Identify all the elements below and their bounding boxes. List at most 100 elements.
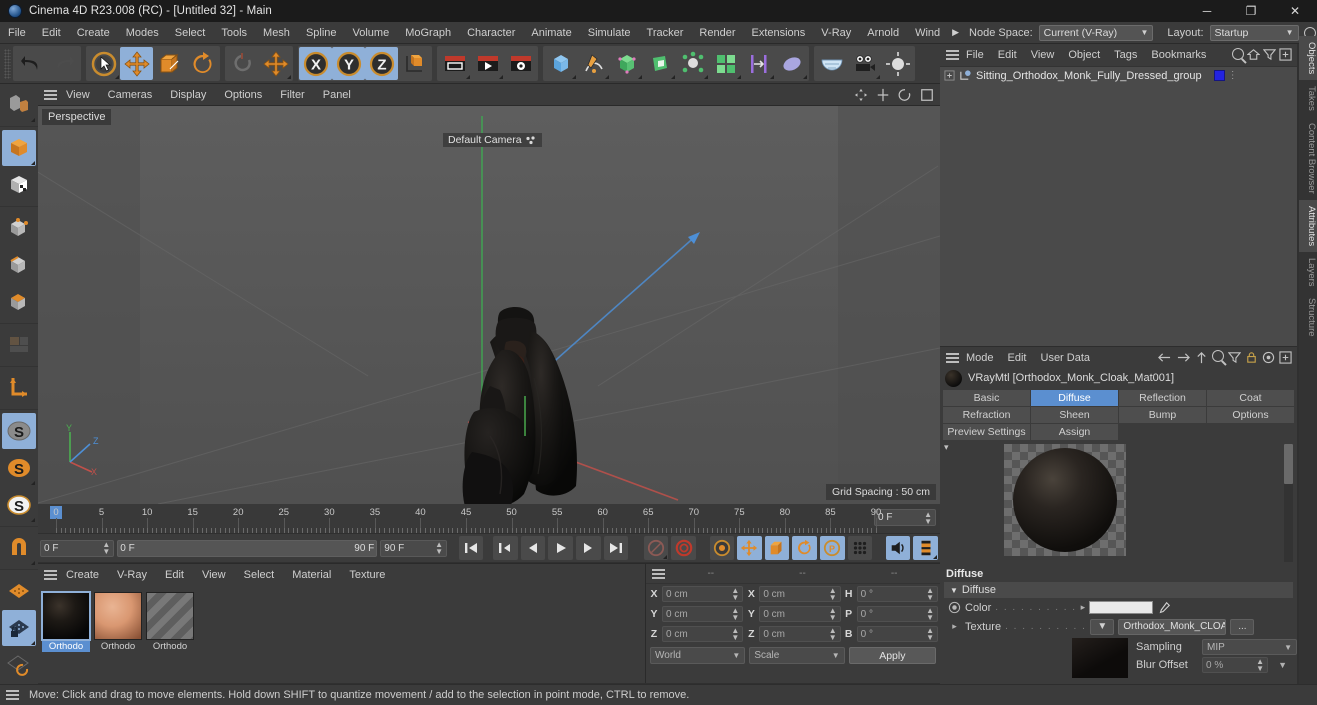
spinner-icon[interactable]: ▲ ▼ (102, 541, 110, 556)
material-item[interactable]: Orthodo (146, 592, 194, 652)
object-menu-edit[interactable]: Edit (991, 49, 1024, 61)
timeline-filmstrip-button[interactable] (913, 536, 939, 560)
menu-animate[interactable]: Animate (523, 22, 579, 44)
object-menu-tags[interactable]: Tags (1107, 49, 1144, 61)
enable-axis-modification-button[interactable] (2, 370, 36, 406)
side-tab-layers[interactable]: Layers (1299, 252, 1317, 293)
object-menu-view[interactable]: View (1024, 49, 1062, 61)
layout-select[interactable]: Startup ▼ (1209, 24, 1299, 41)
render-region-button[interactable] (471, 47, 504, 80)
light-button[interactable] (881, 47, 914, 80)
rotate-tool-button[interactable] (186, 47, 219, 80)
side-tab-attributes[interactable]: Attributes (1299, 199, 1317, 252)
cube-primitive-button[interactable] (544, 47, 577, 80)
node-space-select[interactable]: Current (V-Ray) ▼ (1038, 24, 1154, 41)
render-view-button[interactable] (438, 47, 471, 80)
texture-browse-button[interactable]: ... (1230, 618, 1255, 635)
filter-icon[interactable] (1263, 48, 1276, 61)
field-object-button[interactable] (742, 47, 775, 80)
material-tab-reflection[interactable]: Reflection (1119, 390, 1206, 406)
goto-start-button[interactable] (458, 536, 484, 560)
sound-button[interactable] (885, 536, 911, 560)
diffuse-group-header[interactable]: ▼ Diffuse (944, 582, 1293, 598)
start-frame-field[interactable]: 0 F ▲ ▼ (40, 539, 115, 557)
key-parameter-button[interactable]: P (820, 536, 845, 560)
texture-expand-icon[interactable]: ▸ (948, 621, 961, 632)
axis-z-button[interactable]: Z (365, 47, 398, 80)
attribute-menu-user-data[interactable]: User Data (1034, 352, 1098, 364)
expand-toggle-icon[interactable] (944, 70, 955, 81)
side-tab-objects[interactable]: Objects (1299, 36, 1317, 81)
menu-overflow-arrow[interactable]: ▶ (948, 27, 963, 38)
filter-icon[interactable] (1228, 351, 1241, 364)
menu-edit[interactable]: Edit (34, 22, 69, 44)
coordinate-field-rotation[interactable]: 0 ° ▲ ▼ (856, 626, 938, 642)
menu-extensions[interactable]: Extensions (743, 22, 813, 44)
material-tab-assign[interactable]: Assign (1031, 424, 1118, 440)
preview-scrollbar[interactable] (1284, 444, 1293, 562)
apply-button[interactable]: Apply (848, 647, 936, 664)
viewport-menu-view[interactable]: View (57, 89, 99, 101)
viewport-3d[interactable]: Perspective Default Camera Grid Spacing … (38, 106, 940, 504)
next-frame-button[interactable] (575, 536, 601, 560)
target-icon[interactable] (1262, 351, 1275, 364)
coordinate-mode-select[interactable]: Scale ▼ (749, 647, 845, 664)
move-axis-button[interactable] (259, 47, 292, 80)
autokeying-button[interactable] (671, 536, 696, 560)
key-scale-button[interactable] (764, 536, 790, 560)
back-arrow-icon[interactable] (1157, 351, 1172, 364)
material-tab-preview-settings[interactable]: Preview Settings (943, 424, 1030, 440)
snap-mode-button[interactable]: S (2, 487, 36, 523)
play-button[interactable] (548, 536, 573, 560)
attribute-menu-mode[interactable]: Mode (959, 352, 1001, 364)
key-rotation-button[interactable] (792, 536, 817, 560)
spinner-icon[interactable]: ▲ ▼ (731, 627, 739, 642)
object-tree-row[interactable]: Sitting_Orthodox_Monk_Fully_Dressed_grou… (940, 67, 1297, 84)
spinner-icon[interactable]: ▲ ▼ (731, 607, 739, 622)
material-menu-material[interactable]: Material (283, 569, 340, 581)
attribute-menu-edit[interactable]: Edit (1001, 352, 1034, 364)
spinner-icon[interactable]: ▲ ▼ (926, 627, 934, 642)
material-item[interactable]: Orthodo (41, 591, 91, 652)
menu-select[interactable]: Select (167, 22, 214, 44)
coordinate-field-size[interactable]: 0 cm ▲ ▼ (759, 626, 841, 642)
viewport-menu-display[interactable]: Display (161, 89, 215, 101)
menu-tools[interactable]: Tools (213, 22, 255, 44)
viewport-menu-filter[interactable]: Filter (271, 89, 313, 101)
material-preview-swatch[interactable] (41, 591, 91, 641)
nurbs-generator-button[interactable] (610, 47, 643, 80)
menu-wind[interactable]: Wind (907, 22, 948, 44)
scene-nodes-button[interactable] (676, 47, 709, 80)
keyframe-selection-button[interactable] (709, 536, 735, 560)
material-preview-swatch[interactable] (146, 592, 194, 640)
redo-button[interactable] (47, 47, 80, 80)
object-tree[interactable]: Sitting_Orthodox_Monk_Fully_Dressed_grou… (940, 66, 1297, 346)
prev-keyframe-button[interactable] (493, 536, 518, 560)
material-tab-diffuse[interactable]: Diffuse (1031, 390, 1118, 406)
material-item[interactable]: Orthodo (94, 592, 142, 652)
point-mode-button[interactable] (2, 210, 36, 246)
texture-dropdown-button[interactable]: ▼ (1090, 618, 1115, 635)
world-object-coordinate-button[interactable] (398, 47, 431, 80)
coordinate-field-rotation[interactable]: 0 ° ▲ ▼ (856, 606, 938, 622)
spinner-icon[interactable]: ▲ ▼ (1256, 658, 1264, 673)
toolbar-grip[interactable] (4, 48, 11, 79)
coordinate-field-position[interactable]: 0 cm ▲ ▼ (662, 606, 744, 622)
material-tab-options[interactable]: Options (1207, 407, 1294, 423)
status-hamburger-icon[interactable] (6, 688, 19, 702)
camera-button[interactable] (848, 47, 881, 80)
close-button[interactable]: ✕ (1273, 0, 1317, 22)
menu-v-ray[interactable]: V-Ray (813, 22, 859, 44)
spinner-icon[interactable]: ▲ ▼ (829, 587, 837, 602)
add-panel-icon[interactable] (1279, 351, 1292, 364)
spinner-icon[interactable]: ▲ ▼ (731, 587, 739, 602)
home-icon[interactable] (1247, 48, 1260, 61)
render-settings-button[interactable] (504, 47, 537, 80)
viewport-menu-options[interactable]: Options (215, 89, 271, 101)
display-tag-icon[interactable] (1213, 70, 1225, 81)
workplane-lock-button[interactable] (2, 610, 36, 646)
coordinate-field-size[interactable]: 0 cm ▲ ▼ (759, 586, 841, 602)
object-menu-file[interactable]: File (959, 49, 991, 61)
material-preview-swatch[interactable] (94, 592, 142, 640)
object-menu-object[interactable]: Object (1061, 49, 1107, 61)
